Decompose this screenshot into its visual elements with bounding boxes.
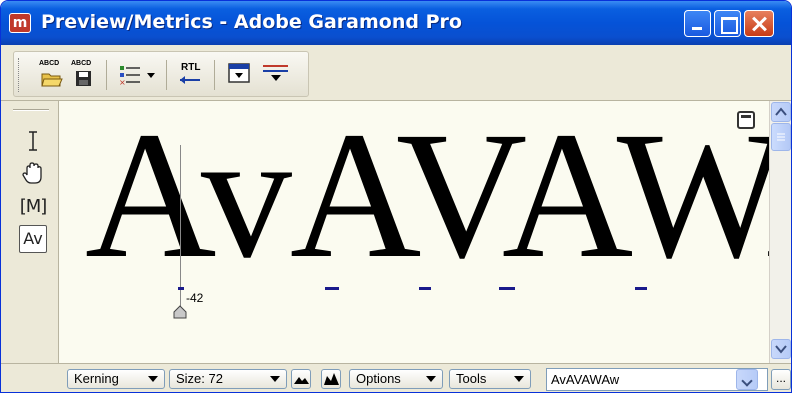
kern-mark [499, 287, 515, 290]
metrics-label: M [25, 196, 42, 217]
save-sample-icon [76, 71, 91, 86]
toolbar-separator [214, 60, 215, 90]
mode-select-value: Kerning [74, 371, 119, 386]
tools-menu-label: Tools [456, 371, 487, 386]
toolbar-grip[interactable] [18, 58, 21, 92]
glyph-options-icon: × [119, 66, 155, 87]
open-sample-button[interactable]: ABCD [38, 60, 66, 88]
text-cursor-icon [29, 131, 37, 151]
kern-mark [635, 287, 647, 290]
hand-icon [22, 162, 42, 184]
kern-mark [419, 287, 431, 290]
scroll-down-button[interactable] [771, 339, 791, 359]
sample-text[interactable]: AvAVAWA [85, 105, 769, 287]
mountain-small-icon [294, 377, 309, 384]
metrics-icon: [M] [19, 196, 48, 217]
toolbar-separator [166, 60, 167, 90]
size-select[interactable]: Size: 72 [169, 369, 287, 389]
kern-handle[interactable] [173, 305, 187, 319]
grip-lines-icon [777, 133, 785, 141]
kern-mark [178, 287, 184, 290]
dropdown-arrow-icon [270, 376, 280, 382]
rtl-label: RTL [181, 62, 201, 73]
chevron-up-icon [775, 107, 787, 116]
wrap-toggle-icon [263, 65, 288, 81]
status-bar: Kerning Size: 72 Options Tools AvAVAWAw … [1, 363, 791, 392]
chevron-down-icon [775, 345, 787, 354]
more-button[interactable]: ... [771, 369, 791, 390]
maximize-button[interactable] [714, 10, 741, 37]
large-glyph-button[interactable] [321, 369, 341, 389]
kerning-icon: Av [23, 229, 43, 248]
sample-text-input-value: AvAVAWAw [551, 372, 620, 387]
dropdown-arrow-icon [514, 376, 524, 382]
open-sample-label: ABCD [39, 60, 60, 67]
scroll-up-button[interactable] [771, 102, 791, 122]
text-tool-button[interactable] [19, 127, 47, 155]
panel-toggle-icon [228, 63, 250, 83]
metrics-tool-button[interactable]: [M] [19, 193, 48, 221]
toolbar-separator [106, 60, 107, 90]
tools-menu[interactable]: Tools [449, 369, 531, 389]
dropdown-arrow-icon [148, 376, 158, 382]
close-button[interactable] [744, 10, 774, 37]
glyph-options-button[interactable]: × [118, 60, 158, 88]
panel-toggle-button[interactable] [226, 60, 254, 88]
pin-panel-button[interactable] [737, 111, 755, 129]
vertical-scrollbar[interactable] [769, 101, 791, 363]
sample-text-input[interactable]: AvAVAWAw [546, 368, 768, 391]
minimize-button[interactable] [684, 10, 711, 37]
svg-text:×: × [119, 78, 126, 87]
kern-mark [325, 287, 339, 290]
rtl-toggle-button[interactable]: RTL [176, 60, 204, 88]
wrap-toggle-button[interactable] [260, 60, 292, 88]
small-glyph-button[interactable] [291, 369, 311, 389]
kern-value: -42 [186, 291, 204, 305]
scroll-thumb[interactable] [771, 123, 791, 151]
save-sample-button[interactable]: ABCD [70, 60, 98, 88]
save-sample-label: ABCD [71, 60, 92, 67]
sample-text-dropdown-button[interactable] [736, 369, 758, 390]
toolbar: ABCD ABCD × RTL [1, 45, 791, 101]
app-icon[interactable]: m [9, 13, 31, 33]
options-menu-label: Options [356, 371, 401, 386]
kerning-tool-button[interactable]: Av [19, 225, 47, 253]
preview-metrics-window: m Preview/Metrics - Adobe Garamond Pro A… [0, 0, 792, 393]
toolbar-group: ABCD ABCD × RTL [13, 51, 309, 97]
preview-canvas[interactable]: AvAVAWA -42 [59, 101, 769, 363]
size-select-value: Size: 72 [176, 371, 223, 386]
mode-select[interactable]: Kerning [67, 369, 165, 389]
open-sample-icon [41, 73, 63, 87]
hand-tool-button[interactable] [19, 159, 47, 187]
mountain-large-icon [324, 373, 339, 385]
tool-panel: [M] Av [1, 101, 59, 363]
title-bar[interactable]: m Preview/Metrics - Adobe Garamond Pro [1, 1, 791, 45]
window-title: Preview/Metrics - Adobe Garamond Pro [41, 11, 462, 33]
dropdown-arrow-icon [426, 376, 436, 382]
tool-panel-grip[interactable] [13, 109, 49, 111]
options-menu[interactable]: Options [349, 369, 443, 389]
